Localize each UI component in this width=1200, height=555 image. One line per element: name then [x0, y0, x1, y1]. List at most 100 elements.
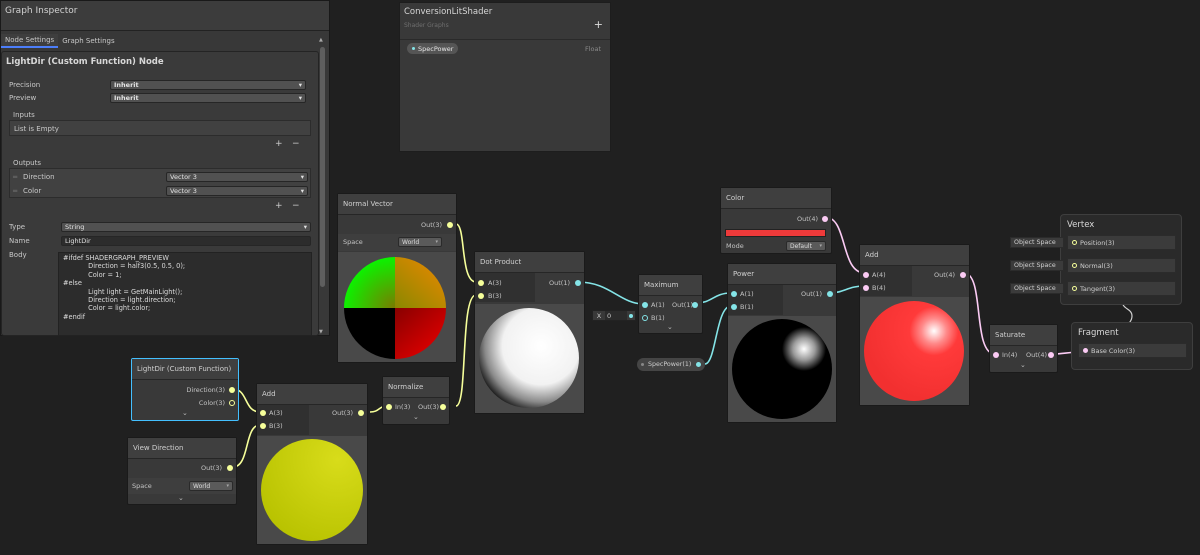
inspector-scrollbar[interactable]: ▲ ▼: [319, 37, 327, 335]
input-port[interactable]: [1072, 240, 1077, 245]
node-view-direction[interactable]: View Direction Out(3) Space World ▾ ⌄: [127, 437, 237, 505]
node-preview: [338, 252, 456, 362]
output-port-label: Out(4): [797, 215, 818, 223]
input-port-b[interactable]: [731, 304, 737, 310]
position-space-field[interactable]: Object Space: [1010, 237, 1064, 248]
output-port[interactable]: [822, 216, 828, 222]
node-custom-function-lightdir[interactable]: LightDir (Custom Function) Direction(3) …: [131, 358, 239, 421]
node-color[interactable]: Color Out(4) Mode Default ▾: [720, 187, 832, 254]
input-port-a[interactable]: [642, 302, 648, 308]
node-normalize[interactable]: Normalize In(3) Out(3) ⌄: [382, 376, 450, 425]
node-settings-panel: LightDir (Custom Function) Node Precisio…: [1, 51, 319, 336]
input-port-a[interactable]: [260, 410, 266, 416]
output-port[interactable]: [575, 280, 581, 286]
scroll-down-icon[interactable]: ▼: [319, 329, 323, 335]
input-port-a[interactable]: [731, 291, 737, 297]
block-normal[interactable]: Normal(3): [1067, 258, 1176, 273]
node-title: View Direction: [128, 438, 236, 459]
node-preview: [257, 436, 367, 544]
output-port[interactable]: [358, 410, 364, 416]
input-port-b[interactable]: [642, 315, 648, 321]
input-a-label: A(4): [872, 271, 886, 279]
input-port-b[interactable]: [260, 423, 266, 429]
input-b-label: B(1): [740, 303, 754, 311]
input-in-label: In(3): [395, 403, 411, 411]
chevron-down-icon[interactable]: ⌄: [413, 413, 419, 421]
node-normal-vector[interactable]: Normal Vector Out(3) Space World ▾: [337, 193, 457, 363]
add-input-button[interactable]: +: [275, 139, 283, 149]
node-add-color[interactable]: Add A(4) B(4) Out(4): [859, 244, 970, 406]
tangent-space-field[interactable]: Object Space: [1010, 283, 1064, 294]
remove-input-button[interactable]: −: [292, 139, 300, 149]
output-direction-label: Direction(3): [186, 386, 225, 394]
output-port[interactable]: [227, 465, 233, 471]
maximum-b-inline-value[interactable]: X 0: [592, 310, 636, 321]
space-label: Space: [132, 482, 152, 490]
scroll-thumb[interactable]: [320, 47, 325, 287]
normal-space-field[interactable]: Object Space: [1010, 260, 1064, 271]
fragment-stack: Fragment Base Color(3): [1071, 322, 1193, 370]
input-port[interactable]: [1072, 263, 1077, 268]
output-direction-type[interactable]: Vector 3 ▾: [166, 172, 308, 182]
output-direction-name[interactable]: Direction: [23, 173, 55, 181]
add-output-button[interactable]: +: [275, 201, 283, 211]
input-port-b[interactable]: [478, 293, 484, 299]
block-label: Tangent(3): [1080, 284, 1115, 293]
body-code-editor[interactable]: #ifdef SHADERGRAPH_PREVIEW Direction = h…: [58, 252, 312, 336]
output-color-name[interactable]: Color: [23, 187, 41, 195]
input-port-a[interactable]: [478, 280, 484, 286]
preview-dropdown[interactable]: Inherit ▾: [110, 93, 306, 103]
property-pill-specpower[interactable]: SpecPower: [407, 43, 459, 54]
color-swatch[interactable]: [725, 229, 826, 237]
input-port-a[interactable]: [863, 272, 869, 278]
input-port[interactable]: [1083, 348, 1088, 353]
input-port[interactable]: [1072, 286, 1077, 291]
input-port-in[interactable]: [386, 404, 392, 410]
node-dot-product[interactable]: Dot Product A(3) B(3) Out(1): [474, 251, 585, 414]
mode-dropdown[interactable]: Default ▾: [786, 241, 826, 251]
node-maximum[interactable]: Maximum A(1) B(1) Out(1) ⌄: [638, 274, 703, 334]
node-power[interactable]: Power A(1) B(1) Out(1): [727, 263, 837, 423]
space-value: World: [402, 238, 420, 246]
remove-output-button[interactable]: −: [292, 201, 300, 211]
output-color-type[interactable]: Vector 3 ▾: [166, 186, 308, 196]
block-position[interactable]: Position(3): [1067, 235, 1176, 250]
chevron-down-icon[interactable]: ⌄: [178, 494, 184, 502]
x-value[interactable]: 0: [605, 311, 627, 320]
yellow-sphere-preview: [261, 439, 363, 541]
drag-handle-icon[interactable]: ═: [13, 173, 17, 181]
output-port-color[interactable]: [229, 400, 235, 406]
output-port[interactable]: [440, 404, 446, 410]
space-dropdown[interactable]: World ▾: [398, 237, 442, 247]
input-port-b[interactable]: [863, 285, 869, 291]
output-port[interactable]: [692, 302, 698, 308]
type-dropdown[interactable]: String ▾: [61, 222, 311, 232]
precision-value: Inherit: [114, 81, 139, 89]
block-tangent[interactable]: Tangent(3): [1067, 281, 1176, 296]
add-property-button[interactable]: +: [594, 18, 603, 31]
tab-node-settings[interactable]: Node Settings: [1, 34, 59, 48]
drag-handle-icon[interactable]: ═: [13, 187, 17, 195]
block-base-color[interactable]: Base Color(3): [1078, 343, 1187, 358]
output-port[interactable]: [1048, 352, 1054, 358]
output-port[interactable]: [960, 272, 966, 278]
precision-dropdown[interactable]: Inherit ▾: [110, 80, 306, 90]
scroll-up-icon[interactable]: ▲: [319, 37, 323, 43]
chevron-down-icon[interactable]: ⌄: [182, 409, 188, 417]
tab-graph-settings[interactable]: Graph Settings: [58, 34, 118, 48]
output-port-direction[interactable]: [229, 387, 235, 393]
node-saturate[interactable]: Saturate In(4) Out(4) ⌄: [989, 324, 1058, 373]
output-port[interactable]: [696, 362, 701, 367]
chevron-down-icon: ▾: [819, 243, 822, 249]
output-port[interactable]: [447, 222, 453, 228]
node-add-vector[interactable]: Add A(3) B(3) Out(3): [256, 383, 368, 545]
space-dropdown[interactable]: World ▾: [189, 481, 233, 491]
input-port-in[interactable]: [993, 352, 999, 358]
node-property-specpower[interactable]: SpecPower(1): [637, 358, 705, 371]
chevron-down-icon[interactable]: ⌄: [1020, 361, 1026, 369]
chevron-down-icon[interactable]: ⌄: [667, 323, 673, 331]
output-port[interactable]: [827, 291, 833, 297]
name-field[interactable]: LightDir: [61, 236, 311, 246]
input-ports-area: [257, 405, 309, 435]
fragment-title: Fragment: [1078, 328, 1119, 338]
